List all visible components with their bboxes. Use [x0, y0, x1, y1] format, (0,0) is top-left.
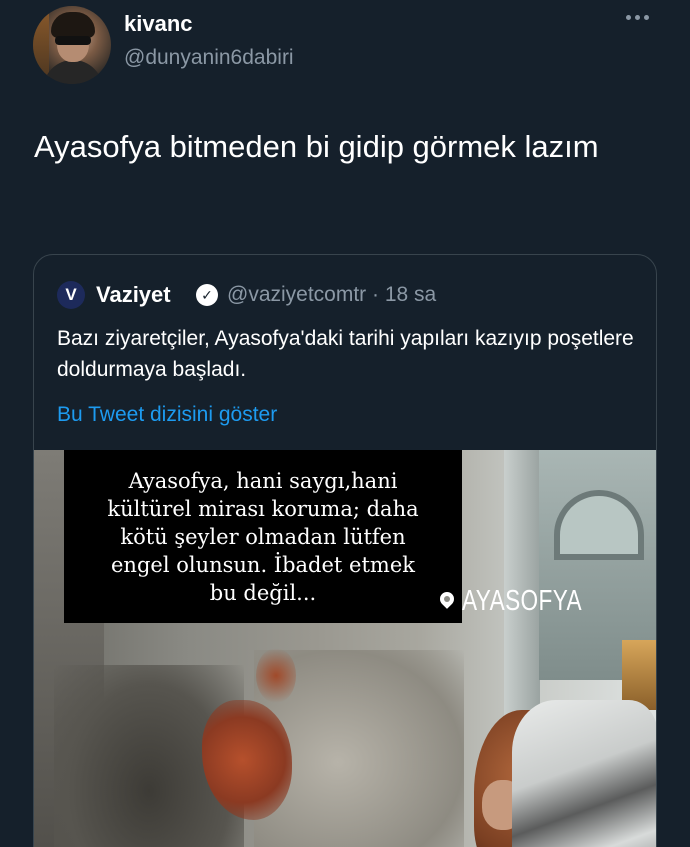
tweet-text: Ayasofya bitmeden bi gidip görmek lazım: [34, 129, 599, 164]
verified-badge-icon: ✓: [196, 284, 218, 306]
avatar-body: [43, 60, 103, 84]
story-caption-box: Ayasofya, hani saygı,hani kültürel miras…: [64, 450, 462, 623]
dot: [626, 14, 631, 20]
avatar-hair: [51, 12, 95, 38]
author-display-name[interactable]: kivanc: [124, 11, 193, 37]
show-thread-link[interactable]: Bu Tweet dizisini göster: [57, 403, 277, 427]
quoted-tweet-card[interactable]: V Vaziyet ✓ @vaziyetcomtr · 18 sa Bazı z…: [33, 254, 657, 847]
location-pin-icon: [438, 592, 456, 610]
location-sticker: AYASOFYA: [430, 581, 626, 621]
vaziyet-logo-icon[interactable]: V: [57, 281, 85, 309]
more-dots-icon[interactable]: [626, 10, 654, 24]
visitor-headscarf: [512, 700, 656, 847]
tweet-page: kivanc @dunyanin6dabiri Ayasofya bitmede…: [0, 0, 690, 847]
author-avatar[interactable]: [33, 6, 111, 84]
author-handle[interactable]: @dunyanin6dabiri: [124, 46, 294, 70]
avatar-background: [33, 6, 49, 84]
dot: [635, 14, 640, 20]
avatar-sunglasses: [55, 36, 91, 45]
quoted-author-name[interactable]: Vaziyet: [96, 282, 171, 308]
quoted-tweet-text: Bazı ziyaretçiler, Ayasofya'daki tarihi …: [57, 327, 634, 381]
story-caption-text: Ayasofya, hani saygı,hani kültürel miras…: [107, 468, 419, 605]
scraped-fresco-patch: [256, 648, 296, 703]
quoted-media-image[interactable]: Ayasofya, hani saygı,hani kültürel miras…: [34, 450, 656, 847]
quoted-handle-time: @vaziyetcomtr · 18 sa: [227, 283, 437, 306]
dot: [644, 14, 649, 20]
location-sticker-text: AYASOFYA: [462, 584, 583, 617]
